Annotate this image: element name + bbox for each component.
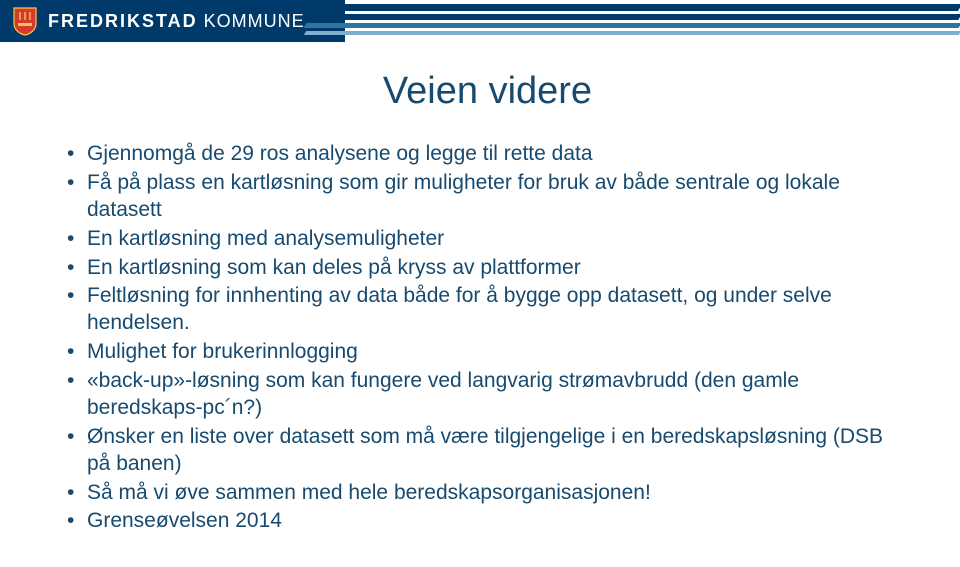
- list-item: Grenseøvelsen 2014: [65, 508, 910, 535]
- header-stripes: [345, 0, 960, 42]
- list-item: Gjennomgå de 29 ros analysene og legge t…: [65, 141, 910, 168]
- bullet-text: En kartløsning som kan deles på kryss av…: [87, 256, 581, 279]
- list-item: En kartløsning med analysemuligheter: [65, 226, 910, 253]
- bullet-text: Grenseøvelsen 2014: [87, 509, 282, 532]
- slide-title: Veien videre: [65, 70, 910, 113]
- slide-content: Veien videre Gjennomgå de 29 ros analyse…: [65, 70, 910, 537]
- list-item: «back-up»-løsning som kan fungere ved la…: [65, 368, 910, 422]
- list-item: Ønsker en liste over datasett som må vær…: [65, 424, 910, 478]
- stripe-4: [304, 31, 960, 35]
- stripe-3: [303, 23, 960, 28]
- bullet-text: Feltløsning for innhenting av data både …: [87, 284, 832, 334]
- bullet-text: Mulighet for brukerinnlogging: [87, 340, 358, 363]
- bullet-text: Gjennomgå de 29 ros analysene og legge t…: [87, 142, 593, 165]
- slide: FREDRIKSTAD KOMMUNE Veien videre Gjennom…: [0, 0, 960, 567]
- bullet-text: En kartløsning med analysemuligheter: [87, 227, 444, 250]
- brand-text: FREDRIKSTAD KOMMUNE: [48, 11, 305, 32]
- list-item: Feltløsning for innhenting av data både …: [65, 283, 910, 337]
- brand-rest: KOMMUNE: [198, 11, 305, 31]
- bullet-text: Så må vi øve sammen med hele beredskapso…: [87, 481, 651, 504]
- bullet-text: «back-up»-løsning som kan fungere ved la…: [87, 369, 799, 419]
- stripe-2: [303, 14, 960, 20]
- bullet-text: Ønsker en liste over datasett som må vær…: [87, 425, 883, 475]
- crest-icon: [12, 6, 38, 36]
- list-item: Så må vi øve sammen med hele beredskapso…: [65, 480, 910, 507]
- stripe-1: [303, 4, 960, 11]
- header-main: FREDRIKSTAD KOMMUNE: [0, 0, 345, 42]
- bullet-text: Få på plass en kartløsning som gir mulig…: [87, 171, 840, 221]
- header-banner: FREDRIKSTAD KOMMUNE: [0, 0, 960, 42]
- list-item: Mulighet for brukerinnlogging: [65, 339, 910, 366]
- list-item: En kartløsning som kan deles på kryss av…: [65, 255, 910, 282]
- bullet-list: Gjennomgå de 29 ros analysene og legge t…: [65, 141, 910, 535]
- brand-strong: FREDRIKSTAD: [48, 11, 198, 31]
- list-item: Få på plass en kartløsning som gir mulig…: [65, 170, 910, 224]
